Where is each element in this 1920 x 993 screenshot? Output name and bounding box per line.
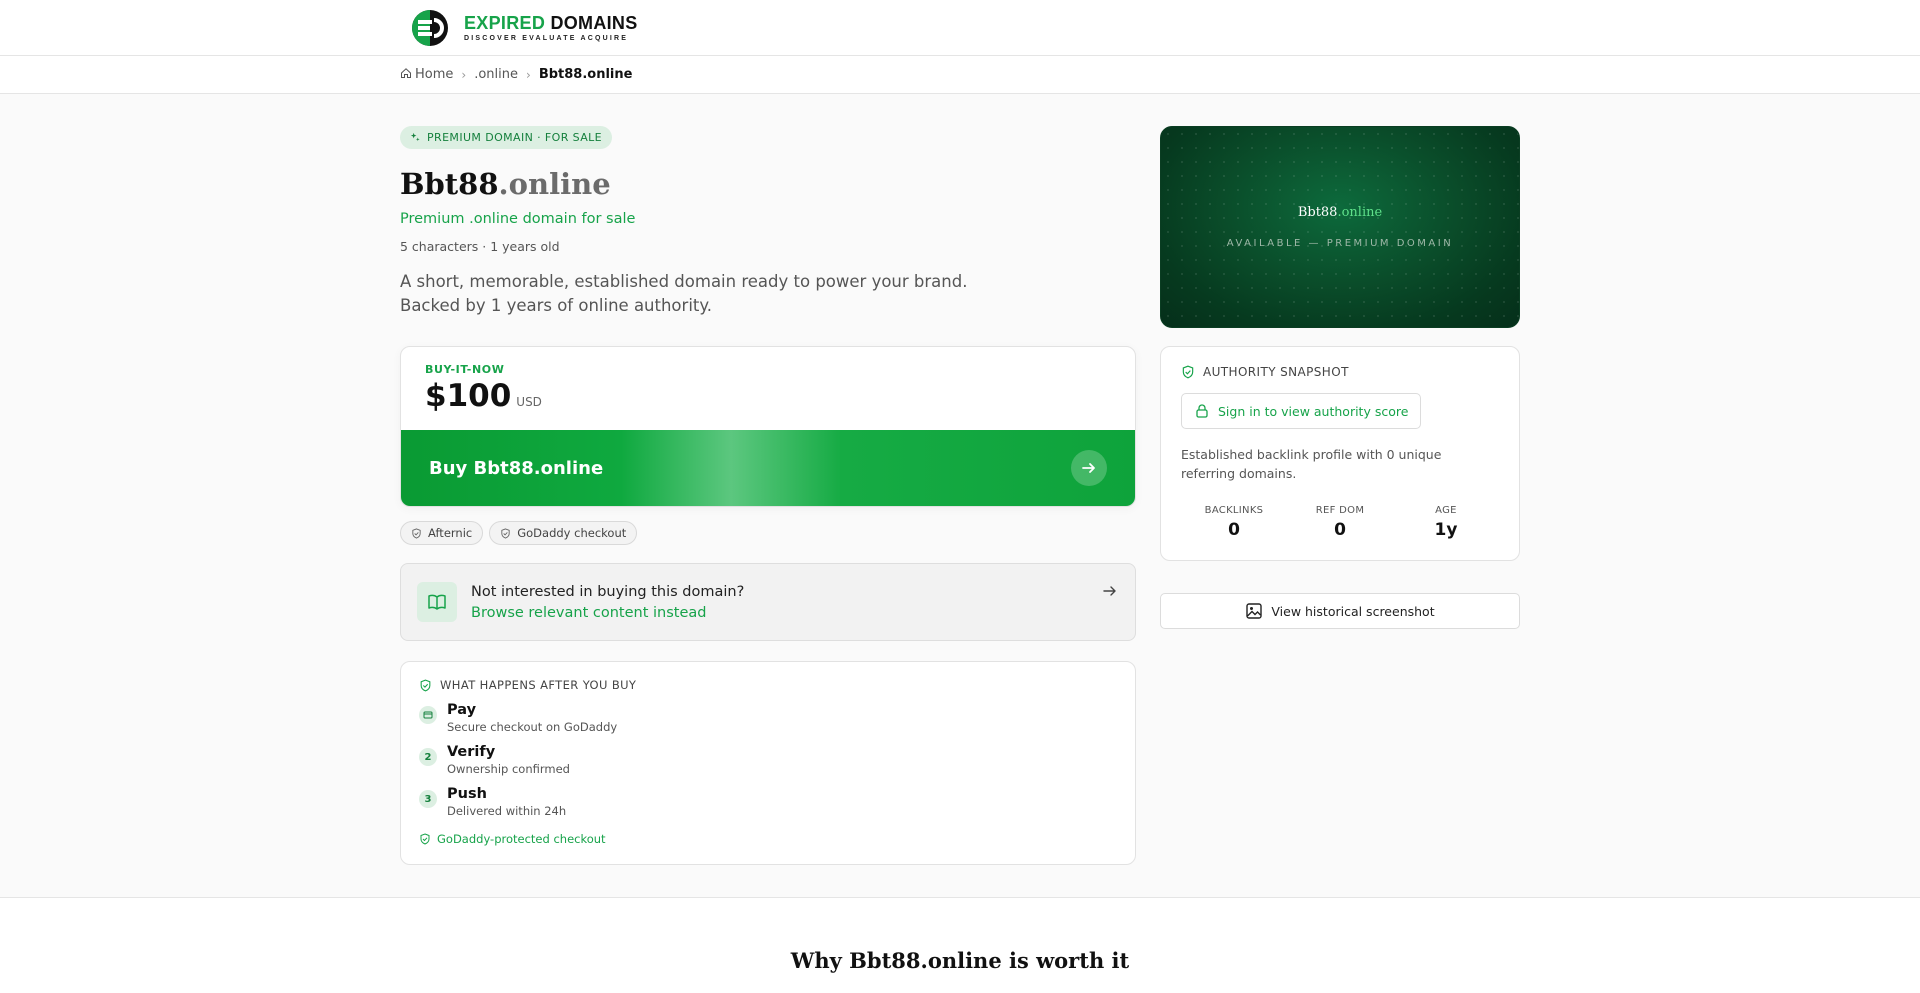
domain-subtitle: Premium .online domain for sale: [400, 211, 636, 227]
shield-check-icon: [412, 527, 421, 539]
domain-name: Bbt88: [400, 167, 499, 201]
book-open-icon: [417, 582, 457, 622]
domain-title: Bbt88.online: [400, 167, 1136, 201]
worth-section: Why Bbt88.online is worth it: [0, 898, 1920, 993]
step-number: 2: [419, 748, 437, 766]
historical-screenshot-label: View historical screenshot: [1271, 603, 1435, 619]
breadcrumb: Home › .online › Bbt88.online: [0, 56, 1920, 94]
stat-value: 1y: [1434, 520, 1458, 540]
breadcrumb-current: Bbt88.online: [538, 67, 633, 82]
sign-in-label: Sign in to view authority score: [1218, 403, 1409, 419]
stat-value: 0: [1228, 520, 1240, 540]
arrow-right-icon: [1071, 450, 1107, 486]
brand-tagline: DISCOVER EVALUATE ACQUIRE: [464, 34, 629, 42]
step-item: 3 Push Delivered within 24h: [419, 786, 1117, 818]
authority-description: Established backlink profile with 0 uniq…: [1181, 447, 1442, 481]
price-amount: $100: [425, 378, 512, 414]
protected-checkout-note: GoDaddy-protected checkout: [419, 832, 1117, 846]
step-number: 3: [419, 790, 437, 808]
sparkle-icon: [410, 132, 420, 142]
sidebar-column: Bbt88.online AVAILABLE — PREMIUM DOMAIN …: [1160, 126, 1520, 865]
step-title: Pay: [447, 702, 477, 718]
authority-stats: BACKLINKS 0 REF DOM 0 AGE 1y: [1181, 505, 1499, 540]
authority-card: AUTHORITY SNAPSHOT Sign in to view autho…: [1160, 346, 1520, 561]
main-content: PREMIUM DOMAIN · FOR SALE Bbt88.online P…: [400, 94, 1520, 865]
authority-heading: AUTHORITY SNAPSHOT: [1203, 365, 1349, 379]
stat-label: AGE: [1435, 505, 1457, 516]
shield-check-icon: [501, 527, 510, 539]
step-item: Pay Secure checkout on GoDaddy: [419, 702, 1117, 734]
chevron-right-icon: ›: [461, 67, 467, 82]
chip-label: GoDaddy checkout: [517, 526, 627, 540]
site-header: EXPIRED DOMAINS DISCOVER EVALUATE ACQUIR…: [0, 0, 1920, 56]
hero-domain: Bbt88.online: [1298, 205, 1382, 220]
shield-check-icon: [1182, 365, 1194, 379]
historical-screenshot-button[interactable]: View historical screenshot: [1160, 593, 1520, 629]
step-subtitle: Secure checkout on GoDaddy: [447, 720, 618, 734]
description-line: A short, memorable, established domain r…: [400, 272, 968, 291]
lock-icon: [1196, 404, 1208, 418]
breadcrumb-home[interactable]: Home: [400, 67, 453, 82]
browse-question: Not interested in buying this domain?: [471, 583, 745, 600]
buy-button[interactable]: Buy Bbt88.online: [401, 430, 1135, 506]
shield-check-icon: [420, 833, 430, 845]
domain-tld: .online: [498, 167, 611, 201]
premium-badge: PREMIUM DOMAIN · FOR SALE: [400, 126, 613, 149]
domain-description: A short, memorable, established domain r…: [400, 270, 1136, 318]
stat-value: 0: [1334, 520, 1346, 540]
brand-wordmark[interactable]: EXPIRED DOMAINS DISCOVER EVALUATE ACQUIR…: [464, 14, 638, 42]
step-title: Verify: [447, 744, 496, 760]
listing-column: PREMIUM DOMAIN · FOR SALE Bbt88.online P…: [400, 126, 1136, 865]
step-subtitle: Delivered within 24h: [447, 804, 567, 818]
chip-afternic: Afternic: [400, 521, 484, 545]
stat-ref-domains: REF DOM 0: [1287, 505, 1393, 540]
chip-godaddy: GoDaddy checkout: [489, 521, 638, 545]
breadcrumb-tld[interactable]: .online: [474, 67, 518, 82]
steps-heading: WHAT HAPPENS AFTER YOU BUY: [440, 678, 637, 692]
price-card: BUY-IT-NOW $100 USD Buy Bbt88.online: [400, 346, 1136, 507]
stat-backlinks: BACKLINKS 0: [1181, 505, 1287, 540]
hero-tagline: AVAILABLE — PREMIUM DOMAIN: [1226, 238, 1454, 249]
buy-button-label: Buy Bbt88.online: [429, 457, 604, 479]
premium-badge-label: PREMIUM DOMAIN · FOR SALE: [427, 131, 603, 144]
step-subtitle: Ownership confirmed: [447, 762, 570, 776]
browse-content-card[interactable]: Not interested in buying this domain? Br…: [400, 563, 1136, 641]
brand-name-green: EXPIRED: [464, 12, 546, 33]
buy-it-now-label: BUY-IT-NOW: [425, 363, 505, 376]
after-purchase-card: WHAT HAPPENS AFTER YOU BUY Pay Secure ch…: [400, 661, 1136, 865]
hero-domain-name: Bbt88: [1297, 205, 1338, 220]
stat-label: REF DOM: [1315, 505, 1365, 516]
browse-content-link[interactable]: Browse relevant content instead: [471, 605, 1087, 621]
step-item: 2 Verify Ownership confirmed: [419, 744, 1117, 776]
hero-domain-tld: .online: [1337, 205, 1383, 220]
step-title: Push: [447, 786, 487, 802]
worth-heading: Why Bbt88.online is worth it: [790, 948, 1130, 973]
stat-label: BACKLINKS: [1204, 505, 1264, 516]
chevron-right-icon: ›: [526, 67, 531, 82]
dot-pattern: [1161, 127, 1519, 327]
brand-name-dark: DOMAINS: [550, 12, 638, 33]
domain-meta: 5 characters · 1 years old: [400, 239, 560, 254]
marketplace-chips: Afternic GoDaddy checkout: [400, 521, 1136, 545]
stat-age: AGE 1y: [1393, 505, 1499, 540]
description-line: Backed by 1 years of online authority.: [400, 296, 713, 315]
credit-card-icon: [419, 706, 437, 724]
breadcrumb-home-label: Home: [415, 67, 454, 82]
shield-check-icon: [420, 679, 431, 692]
chip-label: Afternic: [428, 526, 473, 540]
arrow-right-icon: [1103, 586, 1116, 596]
home-icon: [401, 68, 411, 78]
brand-logo-icon[interactable]: [408, 8, 456, 48]
price-currency: USD: [516, 395, 542, 409]
domain-hero-card: Bbt88.online AVAILABLE — PREMIUM DOMAIN: [1160, 126, 1520, 328]
sign-in-button[interactable]: Sign in to view authority score: [1181, 393, 1422, 429]
image-icon: [1246, 603, 1263, 619]
protected-checkout-label: GoDaddy-protected checkout: [437, 832, 606, 846]
